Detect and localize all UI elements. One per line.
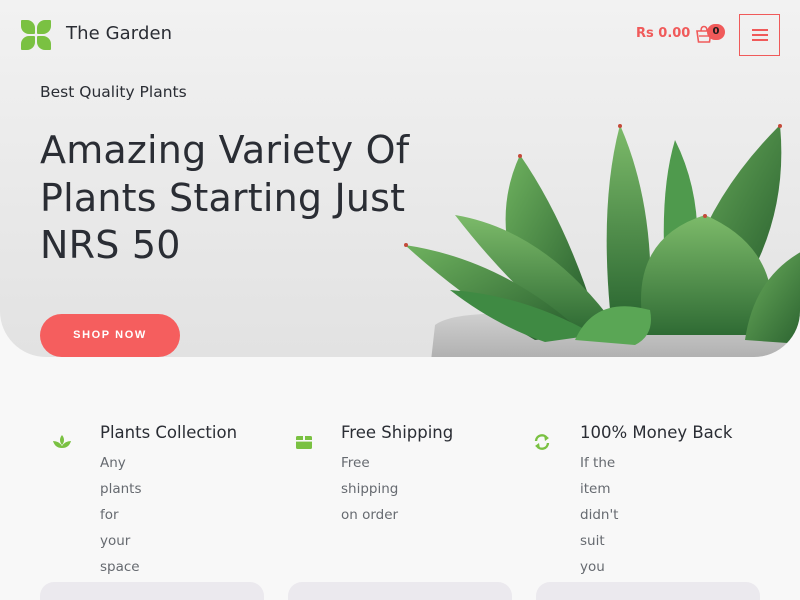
product-card[interactable]: [288, 582, 512, 600]
feature-title: 100% Money Back: [580, 423, 733, 442]
feature-title: Plants Collection: [100, 423, 238, 442]
logo-icon[interactable]: [21, 20, 51, 50]
cart-total[interactable]: Rs 0.00: [636, 26, 690, 41]
headline-line: Plants Starting Just: [40, 175, 406, 220]
feature-description: Free shipping on order: [341, 455, 399, 523]
feature-description: Any plants for your space: [100, 455, 142, 575]
shop-now-button[interactable]: SHOP NOW: [40, 314, 180, 357]
feature-description: If the item didn't suit you: [580, 455, 619, 575]
menu-button[interactable]: [739, 14, 780, 56]
product-card[interactable]: [40, 582, 264, 600]
site-header: The Garden Rs 0.00 0: [0, 0, 800, 70]
hero-tagline: Best Quality Plants: [40, 83, 187, 101]
refresh-icon: [534, 434, 550, 450]
page: The Garden Rs 0.00 0 Best Quality Plants…: [0, 0, 800, 600]
product-card[interactable]: [536, 582, 760, 600]
hero-headline: Amazing Variety Of Plants Starting Just …: [40, 127, 480, 270]
feature-title: Free Shipping: [341, 423, 454, 442]
box-icon: [296, 436, 312, 449]
headline-line: NRS 50: [40, 223, 181, 267]
headline-line: Amazing Variety Of: [40, 128, 410, 172]
site-title[interactable]: The Garden: [66, 23, 172, 44]
cart-count-badge: 0: [707, 24, 725, 40]
hamburger-menu-icon: [752, 29, 768, 31]
leaf-sprout-icon: [53, 435, 71, 448]
